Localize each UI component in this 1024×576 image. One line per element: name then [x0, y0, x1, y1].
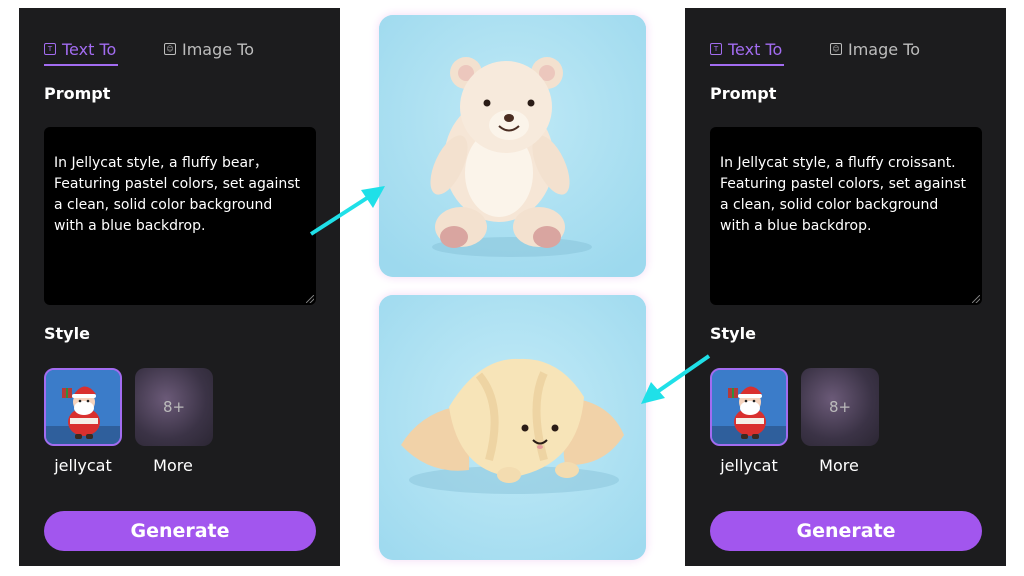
tab-image-to-label: Image To [848, 39, 921, 59]
tab-text-to[interactable]: T Text To [44, 34, 119, 66]
text-icon: T [710, 43, 722, 55]
tab-image-to[interactable]: ☺ Image To [830, 34, 920, 64]
style-option-more[interactable]: 8+ [135, 368, 213, 446]
prompt-heading: Prompt [44, 84, 111, 103]
style-heading: Style [710, 324, 756, 343]
santa-plush-thumbnail [46, 370, 120, 444]
more-count: 8+ [828, 398, 852, 416]
more-count: 8+ [162, 398, 186, 416]
tab-text-to-label: Text To [62, 39, 117, 59]
text-icon: T [44, 43, 56, 55]
generated-image-bear[interactable] [379, 15, 646, 277]
prompt-text: In Jellycat style, a fluffy croissant. F… [720, 155, 967, 234]
style-option-jellycat[interactable] [710, 368, 788, 446]
image-icon: ☺ [830, 43, 842, 55]
prompt-textarea[interactable]: In Jellycat style, a fluffy croissant. F… [710, 127, 982, 305]
image-icon: ☺ [164, 43, 176, 55]
mode-tabs: T Text To ☺ Image To [44, 34, 324, 70]
generate-button[interactable]: Generate [44, 511, 316, 551]
generator-panel-right: T Text To ☺ Image To Prompt In Jellycat … [685, 8, 1006, 566]
croissant-plush-illustration [379, 295, 646, 560]
resize-handle[interactable] [972, 295, 980, 303]
tab-image-to-label: Image To [182, 39, 255, 59]
mode-tabs: T Text To ☺ Image To [710, 34, 990, 70]
prompt-text: In Jellycat style, a fluffy bear， Featur… [54, 155, 301, 234]
tab-text-to[interactable]: T Text To [710, 34, 785, 66]
bear-plush-illustration [379, 15, 646, 277]
style-name-more: More [819, 456, 859, 475]
style-name-jellycat: jellycat [720, 456, 778, 475]
resize-handle[interactable] [306, 295, 314, 303]
prompt-heading: Prompt [710, 84, 777, 103]
style-heading: Style [44, 324, 90, 343]
generator-panel-left: T Text To ☺ Image To Prompt In Jellycat … [19, 8, 340, 566]
style-name-jellycat: jellycat [54, 456, 112, 475]
santa-plush-thumbnail [712, 370, 786, 444]
generated-image-croissant[interactable] [379, 295, 646, 560]
style-option-more[interactable]: 8+ [801, 368, 879, 446]
style-name-more: More [153, 456, 193, 475]
generate-button[interactable]: Generate [710, 511, 982, 551]
tab-text-to-label: Text To [728, 39, 783, 59]
style-option-jellycat[interactable] [44, 368, 122, 446]
tab-image-to[interactable]: ☺ Image To [164, 34, 254, 64]
prompt-textarea[interactable]: In Jellycat style, a fluffy bear， Featur… [44, 127, 316, 305]
